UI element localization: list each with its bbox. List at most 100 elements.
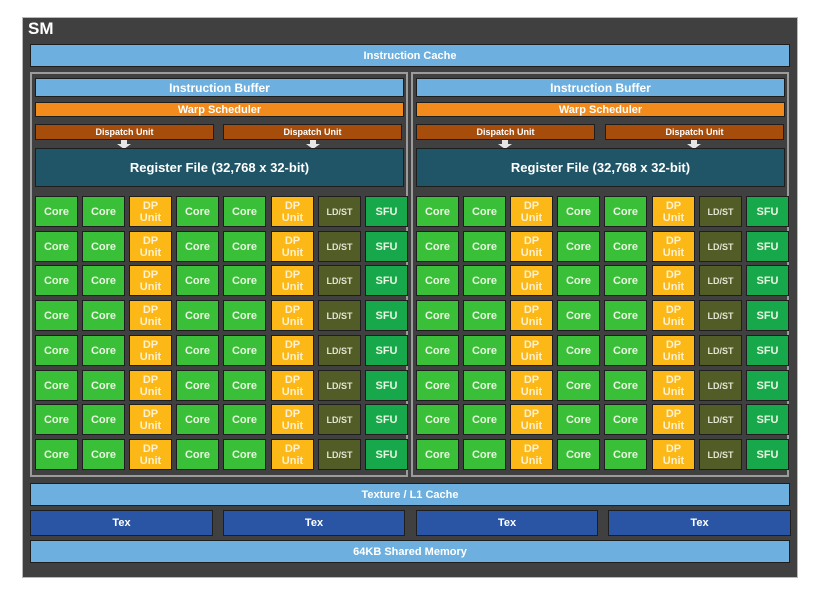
dispatch-unit-left-2: Dispatch Unit xyxy=(223,124,402,140)
unit-label: DP Unit xyxy=(281,199,304,224)
dp-unit: DP Unit xyxy=(271,404,314,435)
core-unit: Core xyxy=(35,370,78,401)
register-file-label: Register File (32,768 x 32-bit) xyxy=(129,160,310,175)
core-unit: Core xyxy=(557,335,600,366)
unit-label: SFU xyxy=(756,205,779,218)
dp-unit: DP Unit xyxy=(129,196,172,227)
unit-label: Core xyxy=(184,379,211,392)
sfu-unit: SFU xyxy=(365,335,408,366)
dispatch-unit-right-2: Dispatch Unit xyxy=(605,124,784,140)
unit-label: Core xyxy=(43,309,70,322)
core-unit: Core xyxy=(557,404,600,435)
tex-unit-1: Tex xyxy=(30,510,213,536)
unit-label: SFU xyxy=(375,344,398,357)
core-unit: Core xyxy=(604,300,647,331)
sfu-unit: SFU xyxy=(365,231,408,262)
unit-label: DP Unit xyxy=(281,442,304,467)
unit-label: Core xyxy=(565,309,592,322)
unit-label: Core xyxy=(565,205,592,218)
unit-label: Core xyxy=(184,309,211,322)
unit-label: DP Unit xyxy=(139,199,162,224)
core-unit: Core xyxy=(416,300,459,331)
tex-unit-label: Tex xyxy=(304,517,324,529)
dp-unit: DP Unit xyxy=(129,370,172,401)
unit-label: Core xyxy=(565,274,592,287)
unit-label: Core xyxy=(612,379,639,392)
core-unit: Core xyxy=(604,265,647,296)
core-unit: Core xyxy=(604,370,647,401)
core-unit: Core xyxy=(35,439,78,470)
unit-label: Core xyxy=(471,413,498,426)
core-unit: Core xyxy=(557,300,600,331)
unit-label: SFU xyxy=(756,240,779,253)
unit-label: Core xyxy=(565,379,592,392)
core-unit: Core xyxy=(463,196,506,227)
ldst-unit: LD/ST xyxy=(699,265,742,296)
dp-unit: DP Unit xyxy=(271,196,314,227)
ldst-unit: LD/ST xyxy=(699,370,742,401)
unit-label: Core xyxy=(612,413,639,426)
unit-label: Core xyxy=(612,344,639,357)
core-unit: Core xyxy=(82,196,125,227)
core-unit: Core xyxy=(223,300,266,331)
dp-unit: DP Unit xyxy=(652,439,695,470)
core-unit: Core xyxy=(176,404,219,435)
unit-label: SFU xyxy=(756,448,779,461)
core-unit: Core xyxy=(223,404,266,435)
core-unit: Core xyxy=(557,196,600,227)
unit-label: Core xyxy=(231,309,258,322)
unit-label: Core xyxy=(612,240,639,253)
core-unit: Core xyxy=(463,335,506,366)
instruction-buffer-label: Instruction Buffer xyxy=(169,80,270,95)
unit-label: Core xyxy=(90,344,117,357)
core-unit: Core xyxy=(416,196,459,227)
unit-label: Core xyxy=(43,344,70,357)
unit-label: Core xyxy=(43,205,70,218)
dispatch-unit-label: Dispatch Unit xyxy=(665,127,724,137)
core-unit: Core xyxy=(463,265,506,296)
register-file-label: Register File (32,768 x 32-bit) xyxy=(510,160,691,175)
ldst-unit: LD/ST xyxy=(699,404,742,435)
unit-label: DP Unit xyxy=(520,373,543,398)
unit-label: DP Unit xyxy=(281,234,304,259)
texture-l1-cache-label: Texture / L1 Cache xyxy=(361,488,459,501)
unit-label: SFU xyxy=(375,309,398,322)
sfu-unit: SFU xyxy=(365,265,408,296)
ldst-unit: LD/ST xyxy=(318,265,361,296)
tex-unit-label: Tex xyxy=(497,517,517,529)
unit-label: DP Unit xyxy=(139,442,162,467)
core-unit: Core xyxy=(557,439,600,470)
sfu-unit: SFU xyxy=(746,439,789,470)
core-unit: Core xyxy=(223,439,266,470)
unit-label: Core xyxy=(471,448,498,461)
unit-label: Core xyxy=(471,309,498,322)
unit-label: LD/ST xyxy=(707,449,734,460)
unit-label: Core xyxy=(43,448,70,461)
core-unit: Core xyxy=(416,404,459,435)
unit-label: Core xyxy=(184,448,211,461)
core-unit: Core xyxy=(35,265,78,296)
unit-label: SFU xyxy=(756,274,779,287)
unit-label: DP Unit xyxy=(662,373,685,398)
unit-label: Core xyxy=(90,205,117,218)
core-unit: Core xyxy=(82,231,125,262)
dp-unit: DP Unit xyxy=(129,439,172,470)
sfu-unit: SFU xyxy=(746,300,789,331)
core-unit: Core xyxy=(557,231,600,262)
dp-unit: DP Unit xyxy=(129,404,172,435)
unit-label: LD/ST xyxy=(326,414,353,425)
core-unit: Core xyxy=(35,300,78,331)
core-unit: Core xyxy=(604,404,647,435)
instruction-buffer-label: Instruction Buffer xyxy=(550,80,651,95)
core-unit: Core xyxy=(176,370,219,401)
core-unit: Core xyxy=(223,231,266,262)
unit-label: Core xyxy=(565,344,592,357)
unit-label: Core xyxy=(424,448,451,461)
core-unit: Core xyxy=(463,300,506,331)
unit-label: SFU xyxy=(756,309,779,322)
dp-unit: DP Unit xyxy=(510,335,553,366)
unit-label: DP Unit xyxy=(281,373,304,398)
core-unit: Core xyxy=(35,231,78,262)
unit-label: DP Unit xyxy=(139,373,162,398)
sfu-unit: SFU xyxy=(365,404,408,435)
